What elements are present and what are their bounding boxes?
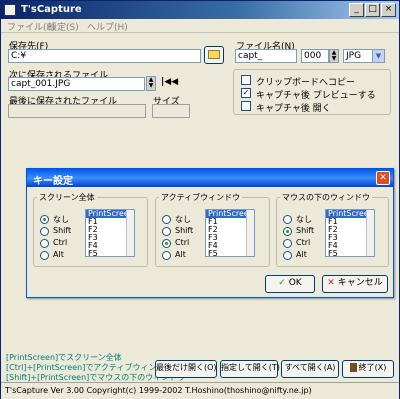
menu-settings[interactable]: 設定(S)	[48, 20, 79, 33]
menu-help[interactable]: ヘルプ(H)	[87, 20, 128, 33]
mouse-radio-shift-label: Shift	[296, 226, 315, 235]
screen-key-list[interactable]: PrintScreen F1 F2 F3 F4 F5	[85, 209, 135, 257]
minimize-button[interactable]: _	[349, 3, 364, 17]
chevron-down-icon: ▼	[372, 50, 384, 62]
active-radio-ctrl[interactable]	[162, 239, 171, 248]
scrollbar[interactable]	[366, 210, 374, 256]
number-spinner[interactable]: ▲ ▼	[329, 49, 339, 63]
scrollbar[interactable]	[246, 210, 254, 256]
mouse-radio-ctrl[interactable]	[283, 239, 292, 248]
size-field	[152, 104, 190, 118]
key-settings-dialog: キー設定 ✕ スクリーン全体 なし Shift Ctrl Alt PrintSc…	[26, 168, 394, 298]
mouse-radio-none[interactable]	[283, 215, 292, 224]
screen-radio-shift[interactable]	[40, 227, 49, 236]
main-window: T'sCapture _ □ × ファイル(F) 設定(S) ヘルプ(H) 保存…	[0, 0, 400, 399]
screen-radio-none-label: なし	[53, 215, 69, 224]
mouse-window-group-title: マウスの下のウィンドウ	[280, 192, 372, 203]
open-after-label: キャプチャ後 開く	[256, 104, 331, 114]
next-file-input[interactable]: capt_001.JPG	[8, 77, 145, 91]
cancel-label: キャンセル	[337, 278, 383, 288]
mouse-radio-shift[interactable]	[283, 227, 292, 236]
check-icon: ✓	[278, 278, 286, 288]
screen-radio-shift-label: Shift	[53, 226, 72, 235]
mouse-radio-alt[interactable]	[283, 251, 292, 260]
maximize-button[interactable]: □	[365, 3, 380, 17]
active-key-list[interactable]: PrintScreen F1 F2 F3 F4 F5	[205, 209, 255, 257]
cross-icon: ✕	[327, 278, 335, 288]
skip-back-icon[interactable]: |◀◀	[161, 77, 178, 87]
screen-radio-none[interactable]	[40, 215, 49, 224]
cancel-button[interactable]: ✕ キャンセル	[322, 275, 388, 293]
status-text: T'sCapture Ver 3.00 Copyright(c) 1999-20…	[5, 386, 312, 395]
preview-checkbox[interactable]: ✓	[241, 88, 251, 98]
format-select[interactable]: JPG ▼	[343, 49, 385, 63]
mouse-radio-none-label: なし	[296, 215, 312, 224]
active-radio-shift-label: Shift	[175, 226, 194, 235]
screen-radio-ctrl[interactable]	[40, 239, 49, 248]
active-radio-ctrl-label: Ctrl	[175, 238, 190, 247]
dialog-title: キー設定	[33, 176, 73, 187]
browse-folder-button[interactable]	[204, 46, 224, 64]
menu-bar: ファイル(F) 設定(S) ヘルプ(H)	[1, 19, 399, 33]
next-file-spinner[interactable]: ▲ ▼	[146, 76, 156, 91]
title-bar[interactable]: T'sCapture _ □ ×	[1, 1, 399, 19]
filename-input[interactable]: capt_	[235, 49, 297, 63]
active-radio-alt-label: Alt	[175, 250, 186, 259]
open-select-button[interactable]: 指定して開く(T)	[220, 360, 280, 378]
mouse-radio-alt-label: Alt	[296, 250, 307, 259]
app-icon	[4, 4, 16, 16]
mouse-radio-ctrl-label: Ctrl	[296, 238, 311, 247]
active-radio-none-label: なし	[175, 215, 191, 224]
clipboard-checkbox[interactable]	[241, 75, 251, 85]
exit-label: 終了(X)	[358, 363, 387, 372]
open-all-button[interactable]: すべて開く(A)	[281, 360, 339, 378]
open-last-button[interactable]: 最後だけ開く(O)	[155, 360, 217, 378]
active-window-group-title: アクティブウィンドウ	[159, 192, 243, 203]
active-radio-shift[interactable]	[162, 227, 171, 236]
status-bar: T'sCapture Ver 3.00 Copyright(c) 1999-20…	[1, 382, 399, 399]
exit-button[interactable]: 終了(X)	[342, 360, 394, 378]
format-value: JPG	[346, 51, 362, 61]
clipboard-label: クリップボードへコピー	[256, 78, 356, 88]
preview-label: キャプチャ後 プレビューする	[256, 91, 376, 101]
dialog-close-button[interactable]: ✕	[376, 171, 390, 185]
active-radio-alt[interactable]	[162, 251, 171, 260]
ok-label: OK	[288, 278, 302, 288]
screen-radio-alt-label: Alt	[53, 250, 64, 259]
folder-icon	[208, 50, 220, 59]
open-after-checkbox[interactable]	[241, 101, 251, 111]
mouse-key-list[interactable]: PrintScreen F1 F2 F3 F4 F5	[325, 209, 375, 257]
window-title: T'sCapture	[21, 4, 82, 15]
last-file-field	[8, 104, 146, 118]
screen-radio-alt[interactable]	[40, 251, 49, 260]
close-button[interactable]: ×	[381, 3, 396, 17]
scrollbar[interactable]	[126, 210, 134, 256]
exit-door-icon	[349, 363, 357, 372]
active-radio-none[interactable]	[162, 215, 171, 224]
save-path-input[interactable]: C:¥	[8, 49, 201, 63]
dialog-title-bar[interactable]: キー設定	[27, 169, 393, 187]
number-input[interactable]: 000	[301, 49, 329, 63]
screen-group-title: スクリーン全体	[37, 192, 97, 203]
screen-radio-ctrl-label: Ctrl	[53, 238, 68, 247]
ok-button[interactable]: ✓ OK	[265, 275, 315, 293]
